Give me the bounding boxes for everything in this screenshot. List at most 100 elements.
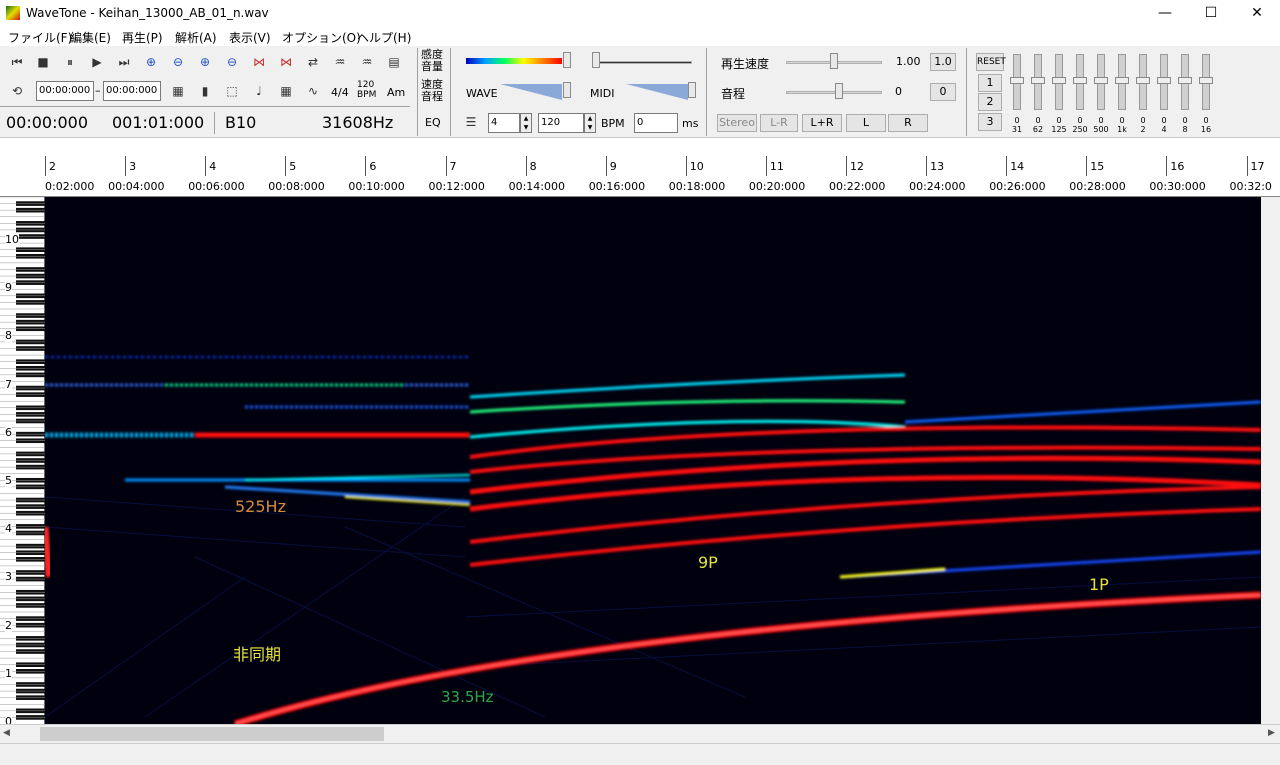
- left-channel-button[interactable]: L: [846, 114, 886, 132]
- piano-keys[interactable]: [0, 196, 45, 724]
- range-end-input[interactable]: 00:00:000: [103, 81, 161, 101]
- menu-edit[interactable]: 編集(E): [70, 29, 111, 46]
- curve-icon[interactable]: ∿: [304, 82, 322, 100]
- eq-band-slider[interactable]: [1157, 54, 1171, 110]
- wave-slider-thumb[interactable]: [563, 82, 571, 98]
- close-button[interactable]: ✕: [1234, 0, 1280, 27]
- vertical-scrollbar[interactable]: [1261, 197, 1280, 724]
- piano-keyboard[interactable]: 10 9 8 7 6 5 4 3 2 1 0: [0, 196, 45, 728]
- sensitivity-slider-thumb[interactable]: [563, 52, 571, 68]
- maximize-button[interactable]: ☐: [1188, 0, 1234, 27]
- book-icon[interactable]: ▤: [385, 53, 403, 71]
- loop-icon[interactable]: ⟲: [8, 82, 26, 100]
- list-icon[interactable]: ☰: [462, 113, 480, 131]
- eq-band-thumb[interactable]: [1031, 77, 1045, 84]
- waveform-alt-icon[interactable]: ♒: [358, 53, 376, 71]
- eq-band-slider[interactable]: [1178, 54, 1192, 110]
- ruler-tick: [125, 156, 127, 176]
- menu-file[interactable]: ファイル(F): [8, 29, 72, 46]
- color-scale-bar: [466, 58, 562, 64]
- scroll-right-icon[interactable]: ▶: [1268, 728, 1275, 738]
- pitch-slider-thumb[interactable]: [835, 83, 843, 99]
- grid-icon[interactable]: ▦: [277, 82, 295, 100]
- eq-band-value: 0: [1077, 116, 1083, 125]
- spectrogram-canvas: [45, 352, 1261, 724]
- bpm-input[interactable]: 120: [538, 113, 584, 133]
- scroll-left-icon[interactable]: ◀: [3, 728, 10, 738]
- menu-help[interactable]: ヘルプ(H): [357, 29, 411, 46]
- eq-band-slider[interactable]: [1010, 54, 1024, 110]
- stereo-button[interactable]: Stereo: [717, 114, 757, 132]
- eq-band-thumb[interactable]: [1010, 77, 1024, 84]
- minimize-button[interactable]: —: [1142, 0, 1188, 27]
- rewind-icon[interactable]: ⏮: [8, 53, 26, 71]
- eq-band-thumb[interactable]: [1052, 77, 1066, 84]
- key-label[interactable]: Am: [387, 86, 405, 99]
- menu-play[interactable]: 再生(P): [122, 29, 163, 46]
- waveform-icon[interactable]: ♒: [331, 53, 349, 71]
- eq-reset-button[interactable]: RESET: [976, 53, 1006, 71]
- layout-icon[interactable]: ▦: [169, 82, 187, 100]
- l-minus-r-button[interactable]: L-R: [760, 114, 798, 132]
- eq-band-thumb[interactable]: [1157, 77, 1171, 84]
- pitch-reset-button[interactable]: 0: [930, 83, 956, 101]
- eq-band-slider[interactable]: [1031, 54, 1045, 110]
- right-channel-button[interactable]: R: [888, 114, 928, 132]
- pitch-slider[interactable]: [786, 91, 882, 94]
- speed-slider-thumb[interactable]: [830, 53, 838, 69]
- ruler-tick: [1006, 156, 1008, 176]
- eq-band-thumb[interactable]: [1115, 77, 1129, 84]
- eq-band-slider[interactable]: [1094, 54, 1108, 110]
- eq-preset-3-button[interactable]: 3: [978, 113, 1002, 131]
- zoom-in-vertical-icon[interactable]: ⊕: [196, 53, 214, 71]
- midi-slider-thumb[interactable]: [688, 82, 696, 98]
- fast-forward-icon[interactable]: ⏭: [115, 53, 133, 71]
- eq-band-slider[interactable]: [1073, 54, 1087, 110]
- stop-icon[interactable]: ■: [34, 53, 52, 71]
- eq-band-slider[interactable]: [1199, 54, 1213, 110]
- eq-preset-1-button[interactable]: 1: [978, 74, 1002, 92]
- ruler-time: 00:08:000: [268, 180, 325, 193]
- time-ruler[interactable]: 2 3 4 5 6 7 8 9 10 11 12 13 14 15 16 17 0:02:000 00:04:00…: [0, 138, 1280, 197]
- l-plus-r-button[interactable]: L+R: [802, 114, 842, 132]
- eq-band-thumb[interactable]: [1136, 77, 1150, 84]
- select-rect-icon[interactable]: ⬚: [223, 82, 241, 100]
- menu-analysis[interactable]: 解析(A): [175, 29, 217, 46]
- scroll-thumb[interactable]: [40, 727, 384, 741]
- eq-band-freq: 4: [1161, 125, 1167, 134]
- zoom-out-horizontal-icon[interactable]: ⊖: [169, 53, 187, 71]
- annotation-nonsync: 非同期: [233, 645, 282, 664]
- zoom-in-horizontal-icon[interactable]: ⊕: [142, 53, 160, 71]
- play-icon[interactable]: ▶: [88, 53, 106, 71]
- eq-band-slider[interactable]: [1136, 54, 1150, 110]
- bpm-spin[interactable]: ▲ ▼: [584, 113, 596, 133]
- spectrogram[interactable]: 525Hz 非同期 33.5Hz 9P 1P: [45, 197, 1261, 724]
- eq-preset-2-button[interactable]: 2: [978, 93, 1002, 111]
- marker-icon[interactable]: ▮: [196, 82, 214, 100]
- note-icon[interactable]: ♩: [250, 82, 268, 100]
- eq-band-thumb[interactable]: [1073, 77, 1087, 84]
- eq-band-slider[interactable]: [1052, 54, 1066, 110]
- ms-input[interactable]: 0: [634, 113, 678, 133]
- pause-icon[interactable]: ⏸: [61, 53, 79, 71]
- grid-spin[interactable]: ▲ ▼: [520, 113, 532, 133]
- shrink-icon[interactable]: ⋈: [277, 53, 295, 71]
- menu-view[interactable]: 表示(V): [229, 29, 271, 46]
- range-start-input[interactable]: 00:00:000: [36, 81, 94, 101]
- speed-reset-button[interactable]: 1.0: [930, 53, 956, 71]
- horizontal-scrollbar[interactable]: ◀ ▶: [0, 724, 1280, 743]
- expand-icon[interactable]: ⋈: [250, 53, 268, 71]
- ruler-measure: 8: [529, 160, 537, 173]
- zoom-out-vertical-icon[interactable]: ⊖: [223, 53, 241, 71]
- grid-input[interactable]: 4: [488, 113, 520, 133]
- eq-band-thumb[interactable]: [1199, 77, 1213, 84]
- volume-slider[interactable]: [596, 61, 692, 64]
- menu-options[interactable]: オプション(O): [282, 29, 361, 46]
- swap-icon[interactable]: ⇄: [304, 53, 322, 71]
- time-signature[interactable]: 4/4: [331, 86, 349, 99]
- volume-slider-thumb[interactable]: [592, 52, 600, 68]
- eq-band-slider[interactable]: [1115, 54, 1129, 110]
- eq-band-thumb[interactable]: [1178, 77, 1192, 84]
- eq-band-thumb[interactable]: [1094, 77, 1108, 84]
- tempo-top[interactable]: 120: [357, 80, 374, 90]
